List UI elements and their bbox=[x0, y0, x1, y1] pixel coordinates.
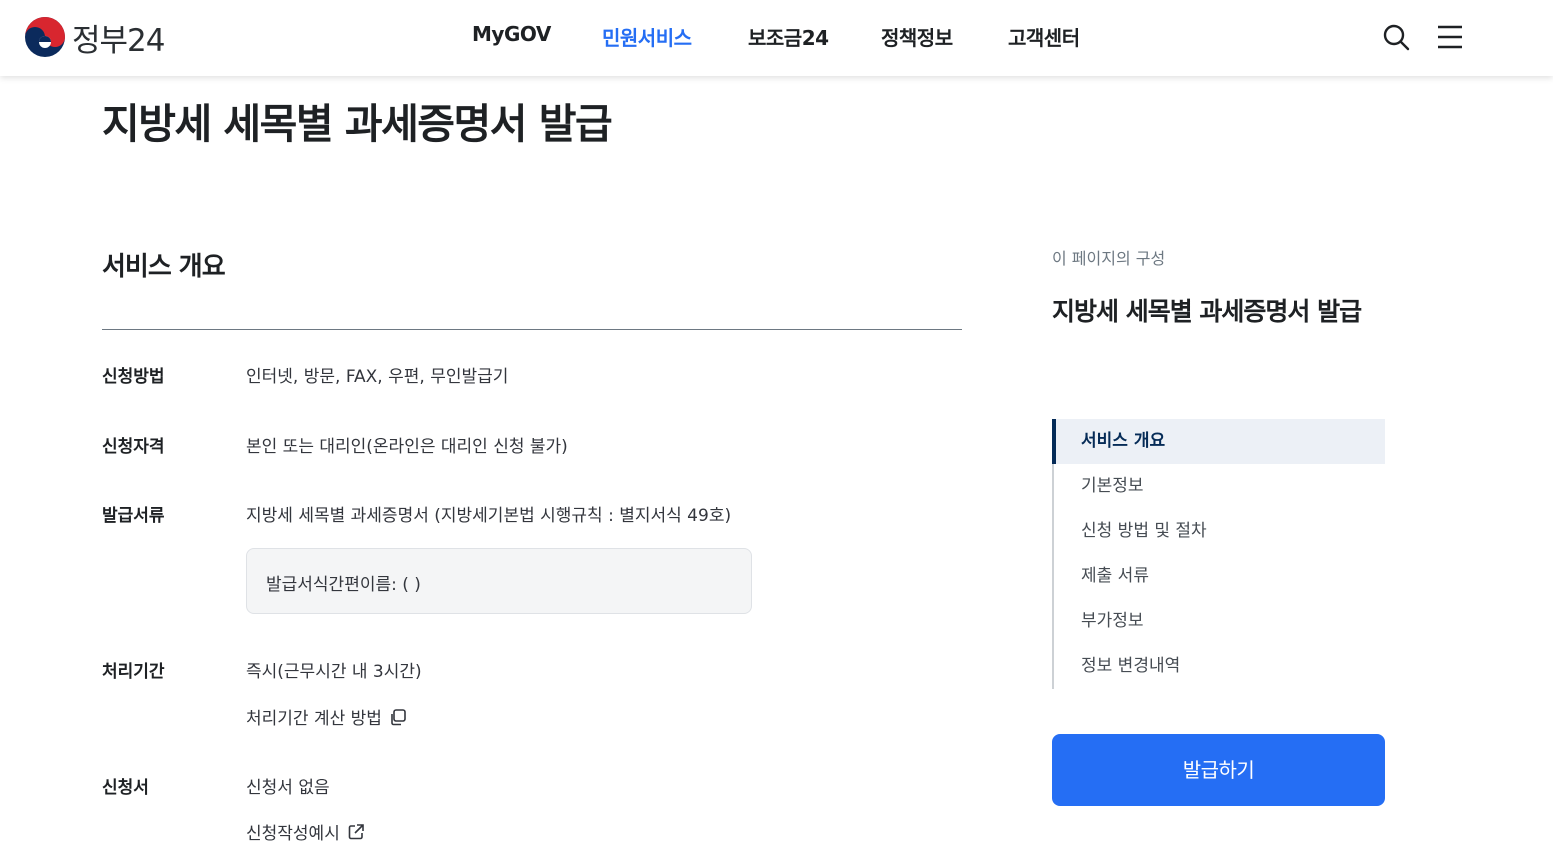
processing-time-link-label: 처리기간 계산 방법 bbox=[246, 709, 382, 729]
search-icon[interactable] bbox=[1381, 22, 1411, 52]
toc-item-documents[interactable]: 제출 서류 bbox=[1054, 554, 1385, 599]
nav-item-civil-service[interactable]: 민원서비스 bbox=[602, 22, 692, 51]
toc-caption: 이 페이지의 구성 bbox=[1052, 249, 1166, 268]
row-label-eligibility: 신청자격 bbox=[102, 437, 165, 457]
toc-item-basic-info[interactable]: 기본정보 bbox=[1054, 464, 1385, 509]
toc-item-overview[interactable]: 서비스 개요 bbox=[1052, 419, 1385, 464]
section-title-overview: 서비스 개요 bbox=[102, 252, 226, 282]
application-example-link[interactable]: 신청작성예시 bbox=[246, 819, 366, 844]
toc-item-change-history[interactable]: 정보 변경내역 bbox=[1054, 644, 1385, 689]
nav-item-policy-info[interactable]: 정책정보 bbox=[881, 22, 953, 51]
form-name-text: 발급서식간편이름: ( ) bbox=[266, 575, 421, 595]
row-value-application: 신청서 없음 bbox=[246, 778, 330, 798]
section-divider bbox=[102, 329, 962, 330]
main-nav: MyGOV 민원서비스 보조금24 정책정보 고객센터 bbox=[0, 22, 1553, 52]
site-header: 정부24 MyGOV 민원서비스 보조금24 정책정보 고객센터 bbox=[0, 0, 1553, 76]
row-value-processing: 즉시(근무시간 내 3시간) bbox=[246, 662, 422, 682]
toc-list: 서비스 개요 기본정보 신청 방법 및 절차 제출 서류 부가정보 정보 변경내… bbox=[1052, 419, 1385, 689]
copy-window-icon bbox=[391, 708, 406, 725]
row-label-document: 발급서류 bbox=[102, 506, 165, 526]
toc-item-additional-info[interactable]: 부가정보 bbox=[1054, 599, 1385, 644]
row-label-method: 신청방법 bbox=[102, 367, 165, 387]
row-label-processing: 처리기간 bbox=[102, 662, 165, 682]
row-value-eligibility: 본인 또는 대리인(온라인은 대리인 신청 불가) bbox=[246, 437, 568, 457]
row-value-method: 인터넷, 방문, FAX, 우편, 무인발급기 bbox=[246, 367, 509, 387]
processing-time-link[interactable]: 처리기간 계산 방법 bbox=[246, 704, 408, 729]
nav-item-mygov[interactable]: MyGOV bbox=[472, 22, 551, 46]
toc-item-procedure[interactable]: 신청 방법 및 절차 bbox=[1054, 509, 1385, 554]
form-name-box: 발급서식간편이름: ( ) bbox=[246, 548, 752, 614]
menu-icon[interactable] bbox=[1435, 22, 1465, 52]
external-link-icon bbox=[348, 823, 364, 839]
row-value-document: 지방세 세목별 과세증명서 (지방세기본법 시행규칙 : 별지서식 49호) bbox=[246, 506, 732, 526]
nav-item-customer-center[interactable]: 고객센터 bbox=[1008, 22, 1080, 51]
toc-title: 지방세 세목별 과세증명서 발급 bbox=[1052, 297, 1362, 326]
application-example-link-label: 신청작성예시 bbox=[246, 824, 340, 844]
issue-button[interactable]: 발급하기 bbox=[1052, 734, 1385, 806]
row-label-application: 신청서 bbox=[102, 778, 149, 798]
page-title: 지방세 세목별 과세증명서 발급 bbox=[102, 100, 613, 148]
nav-item-subsidy24[interactable]: 보조금24 bbox=[748, 22, 829, 51]
